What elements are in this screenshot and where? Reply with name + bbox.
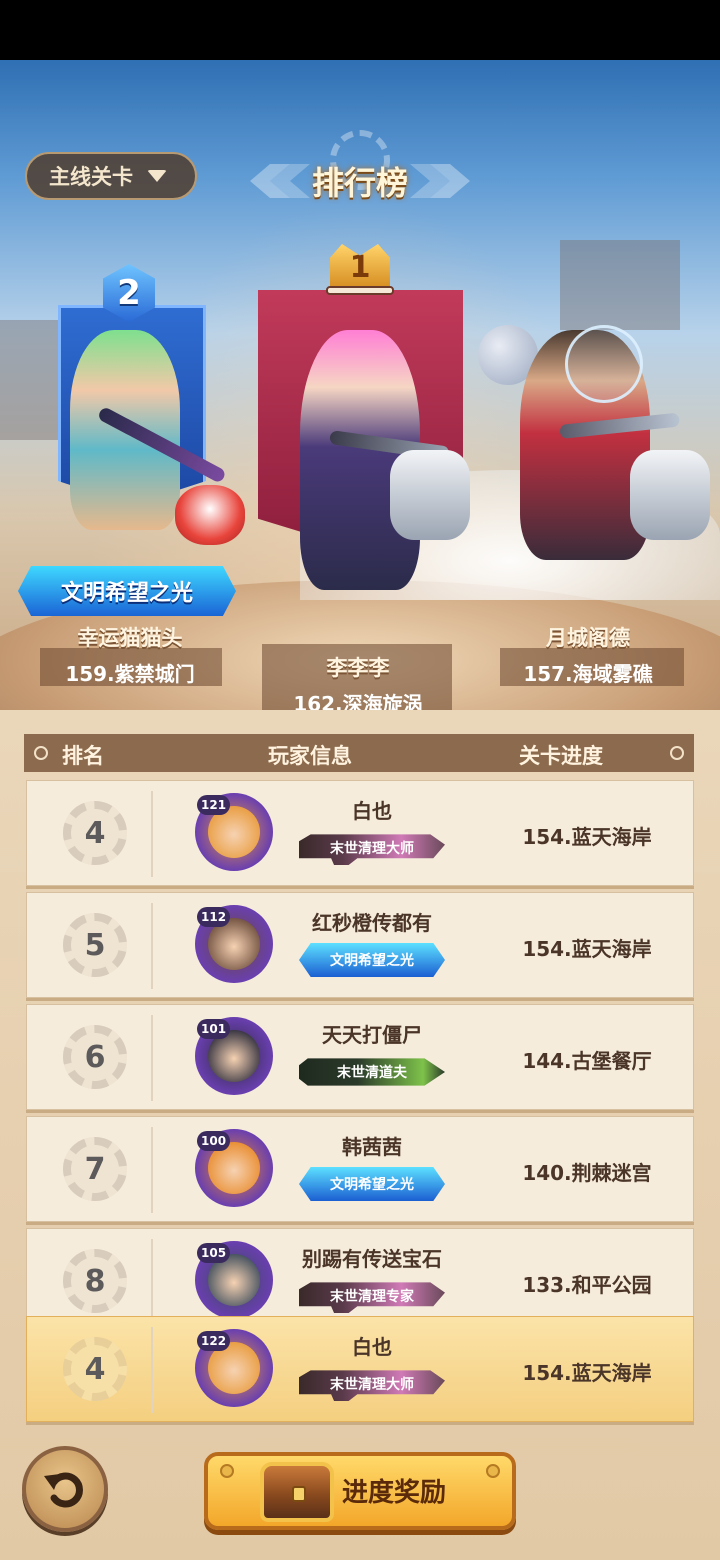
divider (151, 1327, 153, 1413)
player-stage-progress: 140.荆棘迷宫 (522, 1161, 652, 1185)
screw-icon (486, 1464, 500, 1478)
player-title-badge: 文明希望之光 (299, 943, 445, 977)
player-title-text: 末世清理大师 (330, 841, 414, 857)
rank-gear-icon: 4 (63, 1337, 127, 1401)
screw-icon (220, 1464, 234, 1478)
rank-1-info[interactable]: 李李李 162.深海旋涡 (258, 652, 458, 717)
player-title-text: 文明希望之光 (330, 953, 414, 969)
progress-reward-label: 进度奖励 (342, 1478, 447, 1508)
rank-gear-icon: 8 (63, 1249, 127, 1313)
player-title-text: 末世清理大师 (330, 1377, 414, 1393)
page-title: 排行榜 (311, 164, 408, 202)
header-rank: 排名 (62, 744, 104, 768)
divider (151, 903, 153, 989)
rank-2-title-text: 文明希望之光 (60, 581, 193, 606)
table-header: 排名 玩家信息 关卡进度 (24, 734, 694, 772)
progress-reward-button[interactable]: 进度奖励 (204, 1452, 516, 1530)
player-title-badge: 末世清道夫 (299, 1058, 445, 1086)
player-name: 韩茜茜 (342, 1135, 402, 1159)
player-name: 白也 (352, 1335, 392, 1359)
player-title-badge: 末世清理大师 (299, 834, 445, 865)
rank-3-progress: 157.海域雾礁 (523, 662, 653, 686)
rank-number: 4 (84, 815, 106, 851)
table-row[interactable]: 7 100 韩茜茜文明希望之光 140.荆棘迷宫 (26, 1116, 694, 1222)
page-title-banner: 排行榜 (230, 130, 490, 220)
table-row[interactable]: 5 112 红秒橙传都有文明希望之光 154.蓝天海岸 (26, 892, 694, 998)
player-name: 白也 (352, 799, 392, 823)
rank-3-info[interactable]: 月城阁德 157.海域雾礁 (488, 622, 688, 687)
player-name: 天天打僵尸 (322, 1023, 422, 1047)
player-level-badge: 122 (197, 1331, 231, 1351)
rank-2-title-badge: 文明希望之光 (18, 566, 236, 616)
rank-number: 5 (84, 927, 106, 963)
player-title-text: 末世清道夫 (337, 1065, 407, 1081)
rank-number: 4 (84, 1351, 106, 1387)
stage-mode-dropdown[interactable]: 主线关卡 (25, 152, 197, 200)
rank-1-name: 李李李 (326, 656, 390, 680)
divider (151, 1239, 153, 1325)
rank-number: 7 (84, 1151, 106, 1187)
player-level-badge: 101 (197, 1019, 231, 1039)
my-rank-row[interactable]: 4 122 白也末世清理大师 154.蓝天海岸 (26, 1316, 694, 1422)
rank-2-info[interactable]: 幸运猫猫头 159.紫禁城门 (30, 622, 230, 687)
player-title-text: 文明希望之光 (330, 1177, 414, 1193)
header-dot-icon (34, 746, 48, 760)
lion-pet (175, 485, 245, 545)
header-dot-icon (670, 746, 684, 760)
rank-2-name: 幸运猫猫头 (77, 626, 183, 650)
player-name: 红秒橙传都有 (312, 911, 432, 935)
rank-2-progress: 159.紫禁城门 (65, 662, 195, 686)
rank-number: 6 (84, 1039, 106, 1075)
undo-arrow-icon (44, 1472, 83, 1508)
rank-gear-icon: 5 (63, 913, 127, 977)
stage-mode-label: 主线关卡 (49, 165, 133, 189)
player-level-badge: 105 (197, 1243, 231, 1263)
player-title-badge: 末世清理专家 (299, 1282, 445, 1313)
player-stage-progress: 154.蓝天海岸 (522, 825, 652, 849)
player-stage-progress: 133.和平公园 (522, 1273, 652, 1297)
treasure-chest-icon (260, 1462, 334, 1522)
rank-gear-icon: 7 (63, 1137, 127, 1201)
rank-3-name: 月城阁德 (546, 626, 630, 650)
rank-gear-icon: 4 (63, 801, 127, 865)
chevron-down-icon (147, 170, 167, 182)
player-level-badge: 121 (197, 795, 231, 815)
player-title-text: 末世清理专家 (330, 1289, 414, 1305)
divider (151, 1015, 153, 1101)
table-row[interactable]: 4 121 白也末世清理大师 154.蓝天海岸 (26, 780, 694, 886)
rank-number: 8 (84, 1263, 106, 1299)
table-row[interactable]: 6 101 天天打僵尸末世清道夫 144.古堡餐厅 (26, 1004, 694, 1110)
player-name: 别踢有传送宝石 (302, 1247, 442, 1271)
divider (151, 791, 153, 877)
rank-1-bar (326, 286, 394, 295)
player-level-badge: 100 (197, 1131, 231, 1151)
player-title-badge: 末世清理大师 (299, 1370, 445, 1401)
back-button[interactable] (22, 1446, 108, 1532)
space-helmet (565, 325, 643, 403)
player-stage-progress: 154.蓝天海岸 (522, 937, 652, 961)
rank-gear-icon: 6 (63, 1025, 127, 1089)
header-stage-progress: 关卡进度 (519, 744, 603, 768)
player-stage-progress: 144.古堡餐厅 (522, 1049, 652, 1073)
player-level-badge: 112 (197, 907, 231, 927)
rank-3-mech-pet (630, 450, 710, 540)
divider (151, 1127, 153, 1213)
rank-1-mech-pet (390, 450, 470, 540)
header-player-info: 玩家信息 (268, 744, 352, 768)
player-title-badge: 文明希望之光 (299, 1167, 445, 1201)
status-bar (0, 0, 720, 60)
player-stage-progress: 154.蓝天海岸 (522, 1361, 652, 1385)
